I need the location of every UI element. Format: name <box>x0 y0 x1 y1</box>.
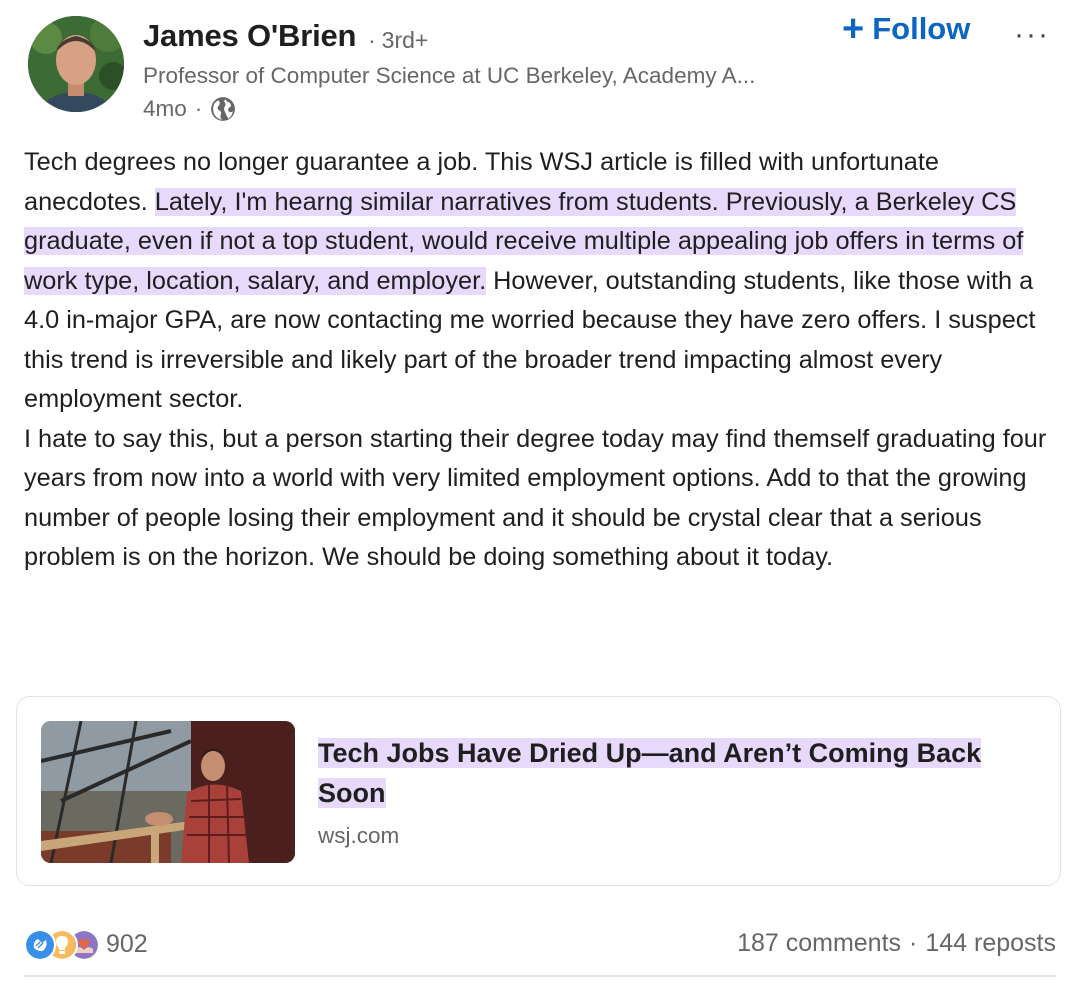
more-options-button[interactable]: ··· <box>1014 18 1050 52</box>
article-thumbnail[interactable] <box>41 721 295 863</box>
follow-button[interactable]: + Follow <box>842 10 970 48</box>
post-paragraph-1: Tech degrees no longer guarantee a job. … <box>24 143 1069 420</box>
author-headline: Professor of Computer Science at UC Berk… <box>143 63 756 88</box>
section-divider <box>24 975 1056 977</box>
follow-label: Follow <box>872 11 971 46</box>
degree-label: 3rd+ <box>381 27 429 53</box>
connection-degree: · 3rd+ <box>368 27 428 54</box>
reactions-summary[interactable]: 902 <box>24 928 148 961</box>
degree-separator: · <box>368 27 376 53</box>
more-icon: ··· <box>1014 18 1050 51</box>
counts-separator: · <box>909 929 918 957</box>
reposts-count[interactable]: 144 reposts <box>925 929 1056 958</box>
article-card[interactable]: Tech Jobs Have Dried Up—and Aren’t Comin… <box>16 696 1061 886</box>
post-time: 4mo <box>143 96 187 121</box>
post-paragraph-2: I hate to say this, but a person startin… <box>24 424 1047 572</box>
post-text: Tech degrees no longer guarantee a job. … <box>24 143 1069 578</box>
article-source: wsj.com <box>318 823 400 848</box>
comments-count[interactable]: 187 comments <box>737 929 901 958</box>
author-name[interactable]: James O'Brien <box>143 18 356 54</box>
post-meta: 4mo · <box>143 96 236 122</box>
reaction-icons <box>24 928 100 961</box>
article-title[interactable]: Tech Jobs Have Dried Up—and Aren’t Comin… <box>318 733 1038 813</box>
article-title-text: Tech Jobs Have Dried Up—and Aren’t Comin… <box>318 738 982 808</box>
globe-icon <box>211 97 236 121</box>
social-counts: 187 comments · 144 reposts <box>737 929 1056 958</box>
clap-icon <box>24 929 56 961</box>
plus-icon: + <box>842 8 865 50</box>
meta-separator: · <box>194 96 203 121</box>
reaction-count: 902 <box>106 929 148 958</box>
article-image <box>41 721 295 863</box>
author-avatar[interactable] <box>28 16 124 112</box>
avatar-photo <box>28 16 124 112</box>
